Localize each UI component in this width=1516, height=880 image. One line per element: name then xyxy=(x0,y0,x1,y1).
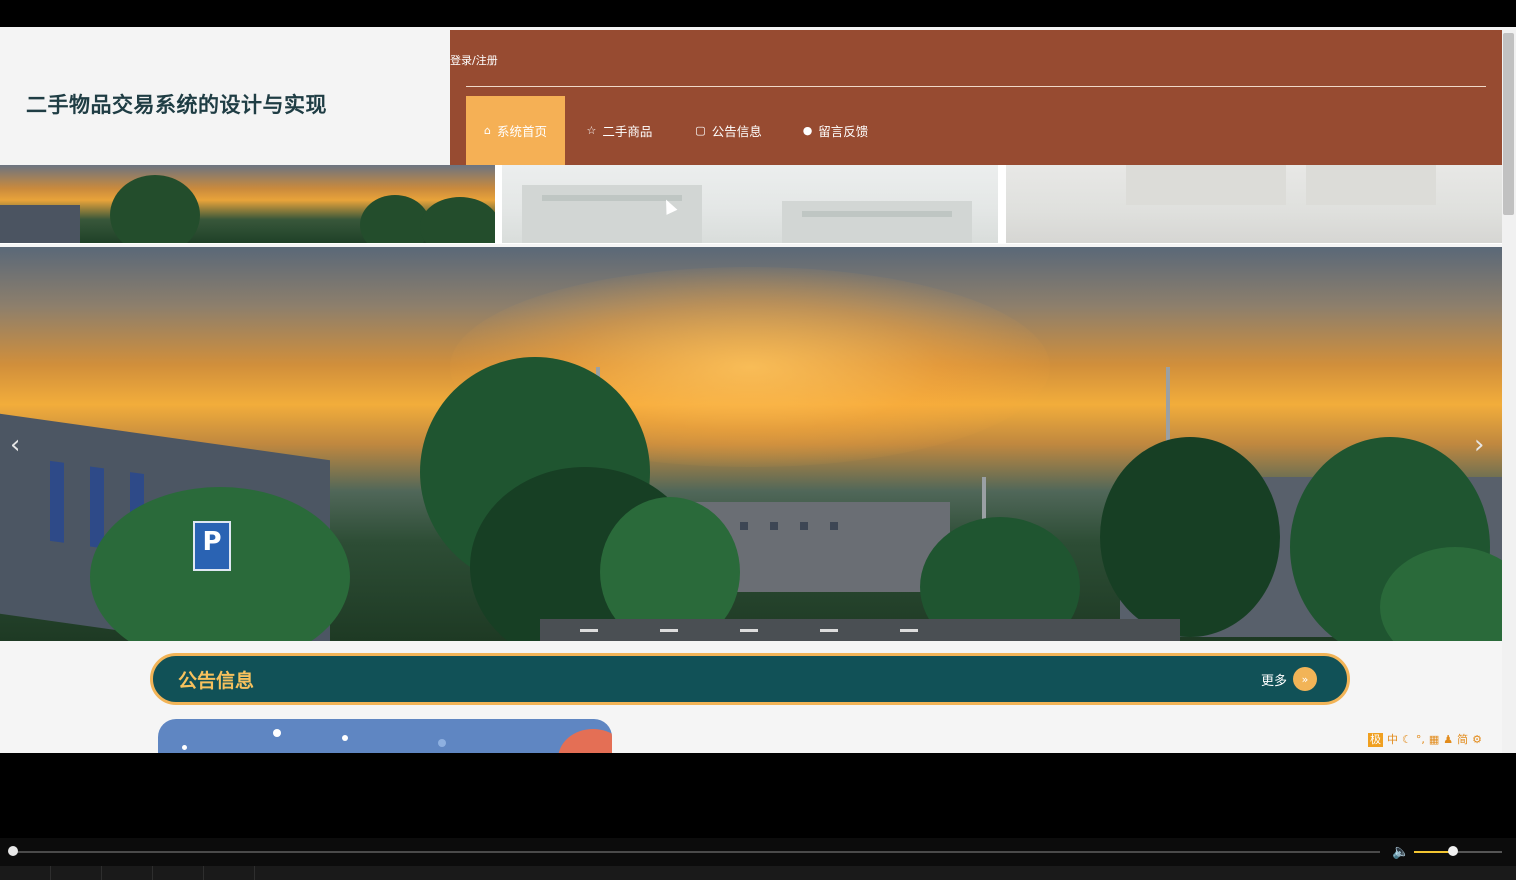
strip-divider xyxy=(101,866,102,880)
more-button[interactable]: 更多 » xyxy=(1261,667,1317,691)
bag-icon: ▢ xyxy=(695,124,706,137)
nav-item-label: 二手商品 xyxy=(602,124,653,139)
nav-item-feedback[interactable]: ● 留言反馈 xyxy=(783,96,888,165)
ime-simplified[interactable]: 简 xyxy=(1457,733,1468,747)
nav-item-label: 公告信息 xyxy=(711,124,762,139)
more-label: 更多 xyxy=(1260,673,1287,689)
punctuation-icon[interactable]: °, xyxy=(1416,733,1425,747)
login-register-link[interactable]: 登录/注册 xyxy=(450,52,498,68)
browser-page: 二手物品交易系统的设计与实现 登录/注册 ⌂ 系统首页 ☆ 二手商品 ▢ 公告信… xyxy=(0,27,1516,753)
chevron-right-icon[interactable]: › xyxy=(1474,432,1484,458)
thumb-tree xyxy=(360,195,430,243)
building-window xyxy=(90,466,104,549)
strip-divider xyxy=(254,866,255,880)
nav-item-products[interactable]: ☆ 二手商品 xyxy=(565,96,674,165)
nav-item-label: 留言反馈 xyxy=(818,124,869,139)
topbar-divider xyxy=(466,86,1486,87)
star-dot xyxy=(273,729,281,737)
star-dot xyxy=(342,735,348,741)
building-window xyxy=(50,460,64,543)
nav-item-label: 系统首页 xyxy=(496,124,547,139)
ime-logo-icon[interactable]: 极 xyxy=(1368,733,1383,747)
carousel-thumbnail-2[interactable] xyxy=(502,165,998,243)
strip-divider xyxy=(152,866,153,880)
strip-divider xyxy=(50,866,51,880)
strip-divider xyxy=(203,866,204,880)
thumb-tree xyxy=(420,197,495,243)
section-title: 公告信息 xyxy=(178,670,255,692)
road-marking xyxy=(740,629,758,632)
thumb-window xyxy=(1306,165,1436,205)
carousel-thumbnails xyxy=(0,165,1502,244)
thumb-window-row xyxy=(802,211,952,217)
thumb-tree xyxy=(110,175,200,243)
hero-road xyxy=(540,619,1180,641)
parking-sign: P xyxy=(193,521,231,571)
ime-toolbar: 极 中 ☾ °, ▦ ♟ 简 ⚙ xyxy=(1368,733,1482,747)
road-marking xyxy=(820,629,838,632)
road-marking xyxy=(900,629,918,632)
seek-handle[interactable] xyxy=(8,846,18,856)
announcement-card-image[interactable] xyxy=(158,719,612,753)
moon-icon[interactable]: ☾ xyxy=(1402,733,1412,747)
nav-item-announcements[interactable]: ▢ 公告信息 xyxy=(674,96,783,165)
volume-icon[interactable]: 🔈 xyxy=(1392,844,1409,860)
carousel-thumbnail-1[interactable] xyxy=(0,165,495,243)
building-window xyxy=(800,522,808,530)
seek-bar[interactable] xyxy=(12,851,1380,853)
hero-carousel[interactable]: P ‹ › xyxy=(0,247,1502,641)
thumb-building xyxy=(782,201,972,243)
info-icon: ● xyxy=(802,124,813,137)
road-marking xyxy=(580,629,598,632)
announcement-section-header: 公告信息 更多 » xyxy=(150,653,1350,705)
thumb-window-row xyxy=(542,195,682,201)
thumb-building xyxy=(0,205,80,243)
site-title: 二手物品交易系统的设计与实现 xyxy=(26,93,327,117)
star-icon: ☆ xyxy=(586,124,597,137)
double-chevron-right-icon: » xyxy=(1293,667,1317,691)
building-window xyxy=(770,522,778,530)
building-window xyxy=(740,522,748,530)
top-navigation-bar: 登录/注册 ⌂ 系统首页 ☆ 二手商品 ▢ 公告信息 ● 留言反馈 xyxy=(450,30,1502,165)
scrollbar-thumb[interactable] xyxy=(1503,33,1514,215)
star-dot xyxy=(182,745,187,750)
video-player-controls: 🔈 xyxy=(0,838,1516,880)
chevron-left-icon[interactable]: ‹ xyxy=(10,432,20,458)
home-icon: ⌂ xyxy=(484,124,491,137)
settings-icon[interactable]: ⚙ xyxy=(1472,733,1482,747)
player-bottom-strip xyxy=(0,866,1516,880)
building-window xyxy=(830,522,838,530)
cartoon-creature xyxy=(558,729,612,753)
brand-header: 二手物品交易系统的设计与实现 xyxy=(0,30,450,165)
road-marking xyxy=(660,629,678,632)
keyboard-icon[interactable]: ▦ xyxy=(1429,733,1439,747)
star-dot xyxy=(438,739,446,747)
ime-chinese-mode[interactable]: 中 xyxy=(1387,733,1398,747)
nav-item-home[interactable]: ⌂ 系统首页 xyxy=(466,96,565,165)
volume-handle[interactable] xyxy=(1448,846,1458,856)
carousel-thumbnail-3[interactable] xyxy=(1006,165,1502,243)
thumb-building xyxy=(522,185,702,243)
thumb-window xyxy=(1126,165,1286,205)
hero-tree xyxy=(1100,437,1280,637)
user-icon[interactable]: ♟ xyxy=(1443,733,1453,747)
main-nav: ⌂ 系统首页 ☆ 二手商品 ▢ 公告信息 ● 留言反馈 xyxy=(466,96,888,165)
